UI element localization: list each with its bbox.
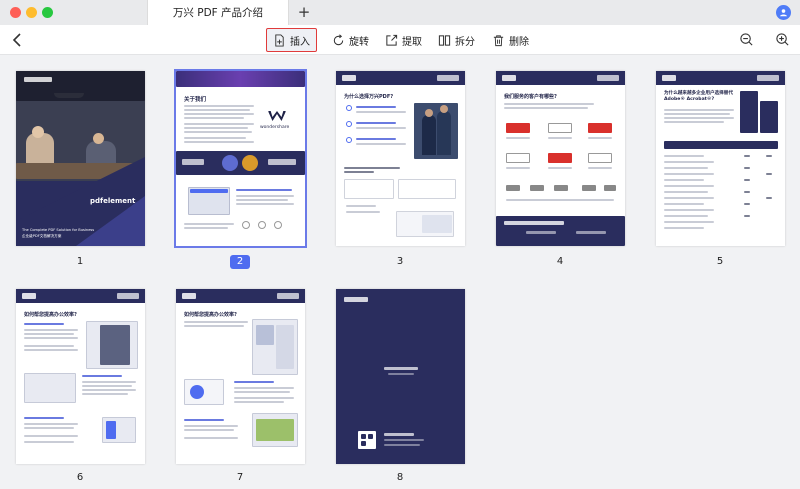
user-avatar[interactable]	[776, 5, 791, 20]
page-thumbnail-1[interactable]: pdfelement The Complete PDF Solution for…	[16, 71, 145, 246]
page-2-title: 关于我们	[184, 97, 207, 103]
page-4-title: 我们服务的客户有哪些?	[504, 94, 557, 100]
insert-label: 插入	[290, 36, 310, 48]
cover-diagonal-band	[16, 157, 145, 246]
page-thumbnail-4[interactable]: 我们服务的客户有哪些?	[496, 71, 625, 246]
page-thumbnail-8[interactable]	[336, 289, 465, 464]
delete-label: 删除	[509, 36, 529, 48]
page-toolbar: 插入 旋转 提取 拆分 删除	[0, 25, 800, 55]
new-tab-button[interactable]: +	[297, 3, 311, 21]
split-icon	[438, 34, 451, 46]
page-number-1[interactable]: 1	[70, 255, 90, 269]
page-number-2[interactable]: 2	[230, 255, 250, 269]
extract-button[interactable]: 提取	[379, 28, 428, 52]
page-3-title: 为什么选择万兴PDF?	[344, 94, 394, 100]
delete-button[interactable]: 删除	[486, 28, 535, 52]
page-6-title: 如何帮您提高办公效率?	[24, 312, 77, 318]
extract-label: 提取	[402, 36, 422, 48]
page-thumbnail-2[interactable]: 关于我们 wondershare	[174, 69, 307, 248]
page-number-5[interactable]: 5	[710, 255, 730, 269]
page-thumbnail-6[interactable]: 如何帮您提高办公效率?	[16, 289, 145, 464]
document-tab[interactable]: 万兴 PDF 产品介绍	[147, 0, 289, 25]
close-window-button[interactable]	[10, 7, 21, 18]
cover-tagline: The Complete PDF Solution for Business	[22, 228, 95, 232]
page-thumbnail-grid: pdfelement The Complete PDF Solution for…	[0, 56, 800, 489]
split-label: 拆分	[455, 36, 475, 48]
insert-button[interactable]: 插入	[266, 28, 317, 52]
page-thumbnail-5[interactable]: 为什么越来越多企业用户选择替代 Adobe® Acrobat®?	[656, 71, 785, 246]
rotate-button[interactable]: 旋转	[326, 28, 375, 52]
user-icon	[780, 9, 787, 17]
maximize-window-button[interactable]	[42, 7, 53, 18]
trash-icon	[493, 34, 504, 46]
page-thumbnail-7[interactable]: 如何帮您提高办公效率?	[176, 289, 305, 464]
page-number-3[interactable]: 3	[390, 255, 410, 269]
zoom-in-icon[interactable]	[775, 32, 790, 47]
extract-icon	[386, 34, 398, 46]
back-arrow-icon[interactable]	[10, 32, 26, 48]
page-number-7[interactable]: 7	[230, 471, 250, 485]
split-button[interactable]: 拆分	[432, 28, 481, 52]
title-bar: 万兴 PDF 产品介绍 +	[0, 0, 800, 25]
insert-page-icon	[275, 33, 284, 47]
cover-tagline-cn: 企业级PDF文档解决方案	[22, 234, 62, 238]
page-5-title: 为什么越来越多企业用户选择替代 Adobe® Acrobat®?	[664, 91, 733, 102]
page-number-8[interactable]: 8	[390, 471, 410, 485]
page-thumbnail-3[interactable]: 为什么选择万兴PDF?	[336, 71, 465, 246]
page-7-title: 如何帮您提高办公效率?	[184, 312, 237, 318]
tab-title: 万兴 PDF 产品介绍	[172, 7, 264, 19]
page-number-4[interactable]: 4	[550, 255, 570, 269]
rotate-icon	[333, 33, 344, 45]
cover-brand: pdfelement	[90, 197, 136, 205]
zoom-out-icon[interactable]	[739, 32, 754, 47]
page-number-6[interactable]: 6	[70, 471, 90, 485]
rotate-label: 旋转	[349, 36, 369, 48]
minimize-window-button[interactable]	[26, 7, 37, 18]
